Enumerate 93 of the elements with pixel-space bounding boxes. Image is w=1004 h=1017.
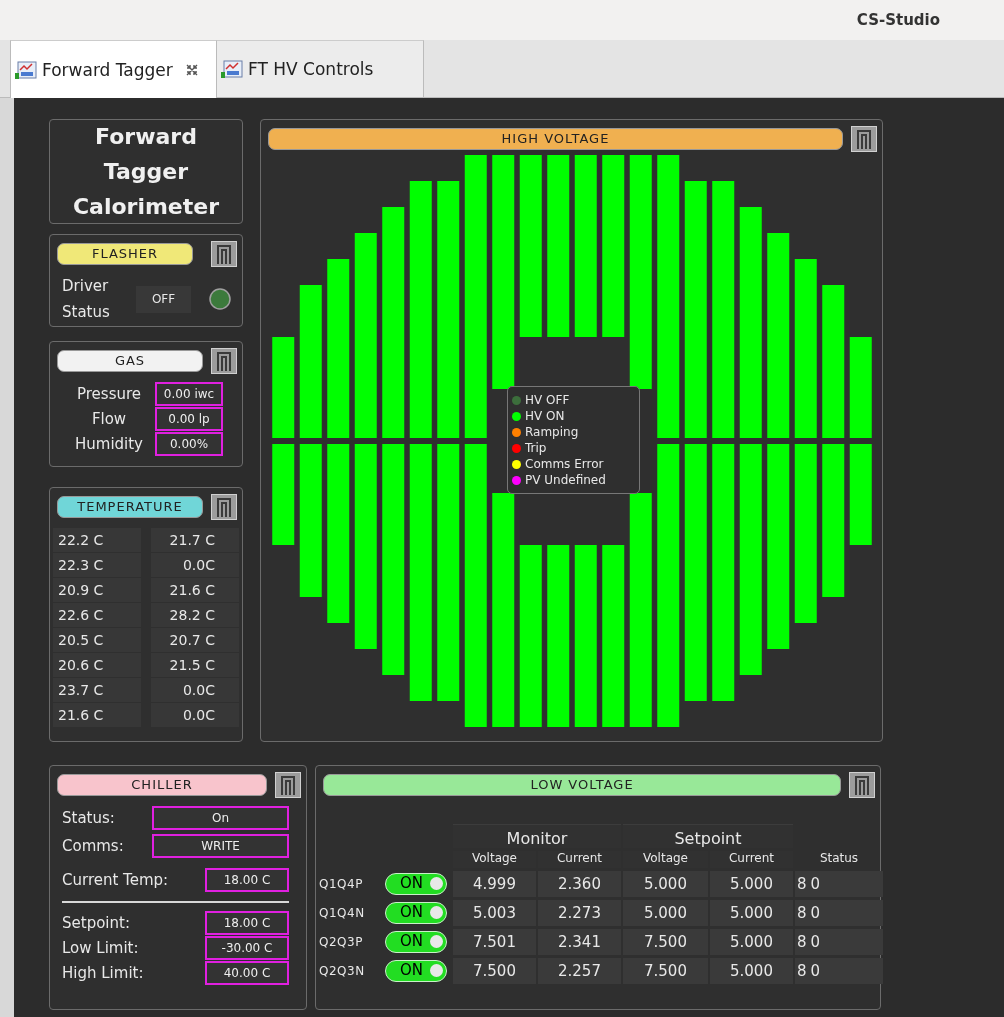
column-group-header: Setpoint [623,824,793,848]
table-cell: 5.003 [453,900,536,926]
temperature-reading: 21.5 C [151,653,239,677]
temperature-reading: 21.7 C [151,528,239,552]
window-title: CS-Studio [856,11,940,29]
channel-name: Q2Q3N [319,963,366,980]
temperature-reading: 23.7 C [53,678,141,702]
on-off-switch[interactable]: ON [385,960,447,982]
channel-name: Q1Q4P [319,876,364,893]
legend-label: PV Undefined [525,472,606,488]
on-off-switch[interactable]: ON [385,902,447,924]
temperature-reading: 20.6 C [53,653,141,677]
field-label: Humidity [74,435,144,453]
temperature-reading: 28.2 C [151,603,239,627]
temperature-reading: 21.6 C [151,578,239,602]
channel-name: Q1Q4N [319,905,366,922]
temperature-reading: 20.7 C [151,628,239,652]
panel-title-bar: FLASHER [57,243,193,265]
title-text: Calorimeter [72,193,220,221]
table-cell: 7.500 [453,958,536,984]
table-cell: 7.500 [623,929,708,955]
status-cell: 80 [795,900,883,926]
field-label: Current Temp: [62,871,170,889]
temperature-reading: 22.2 C [53,528,141,552]
table-cell: 5.000 [710,929,793,955]
value-field: 18.00 C [205,868,289,892]
table-cell: 2.273 [538,900,621,926]
field-label: Low Limit: [62,939,140,957]
temperature-reading: 20.9 C [53,578,141,602]
field-label: Setpoint: [62,914,131,932]
channel-name: Q2Q3P [319,934,364,951]
input-field[interactable]: -30.00 C [205,936,289,960]
input-field[interactable]: 40.00 C [205,961,289,985]
status-cell: 80 [795,929,883,955]
table-cell: 7.500 [623,958,708,984]
panel-toggle-icon[interactable] [211,241,237,267]
panel-title-bar: GAS [57,350,203,372]
legend-label: HV OFF [525,392,570,408]
legend-label: Trip [525,440,547,456]
column-header: Status [818,851,860,867]
table-cell: 4.999 [453,871,536,897]
panel-title-bar: CHILLER [57,774,267,796]
panel-toggle-icon[interactable] [275,772,301,798]
table-cell: 5.000 [710,900,793,926]
table-cell: 7.501 [453,929,536,955]
table-cell: 5.000 [710,871,793,897]
panel-toggle-icon[interactable] [211,494,237,520]
value-field: On [152,806,289,830]
value-field: WRITE [152,834,289,858]
field-label: Pressure [75,385,143,403]
table-cell: 2.257 [538,958,621,984]
field-label: Status: [62,809,116,827]
title-text: Forward [95,123,197,151]
temperature-reading: 22.6 C [53,603,141,627]
value-field: 0.00% [155,432,223,456]
field-label: High Limit: [62,964,145,982]
temperature-reading: 22.3 C [53,553,141,577]
close-icon[interactable] [185,63,198,76]
status-cell: 80 [795,871,883,897]
tab[interactable]: FT HV Controls [217,40,424,97]
table-cell: 2.360 [538,871,621,897]
panel-title-bar: HIGH VOLTAGE [268,128,843,150]
value-field: 0.00 iwc [155,382,223,406]
on-off-switch[interactable]: ON [385,931,447,953]
temperature-reading: 0.0C [151,703,239,727]
temperature-reading: 21.6 C [53,703,141,727]
temperature-reading: 0.0C [151,678,239,702]
table-cell: 5.000 [710,958,793,984]
chart-icon [221,59,243,79]
field-label: Comms: [62,837,125,855]
status-value: OFF [136,285,191,313]
table-cell: 5.000 [623,871,708,897]
legend-label: HV ON [525,408,565,424]
on-off-switch[interactable]: ON [385,873,447,895]
legend-label: Comms Error [525,456,604,472]
chart-icon [15,59,37,80]
table-cell: 5.000 [623,900,708,926]
tab[interactable]: Forward Tagger [10,40,217,98]
driver-status-label: Driver Status [62,276,111,323]
panel-toggle-icon[interactable] [211,348,237,374]
field-label: Flow [90,410,128,428]
temperature-reading: 20.5 C [53,628,141,652]
legend-label: Ramping [525,424,579,440]
panel-toggle-icon[interactable] [851,126,877,152]
table-cell: 2.341 [538,929,621,955]
panel-toggle-icon[interactable] [849,772,875,798]
value-field: 0.00 lp [155,407,223,431]
panel-title-bar: TEMPERATURE [57,496,203,518]
panel-title-bar: LOW VOLTAGE [323,774,841,796]
temperature-reading: 0.0C [151,553,239,577]
title-text: Tagger [103,158,189,186]
status-cell: 80 [795,958,883,984]
input-field[interactable]: 18.00 C [205,911,289,935]
